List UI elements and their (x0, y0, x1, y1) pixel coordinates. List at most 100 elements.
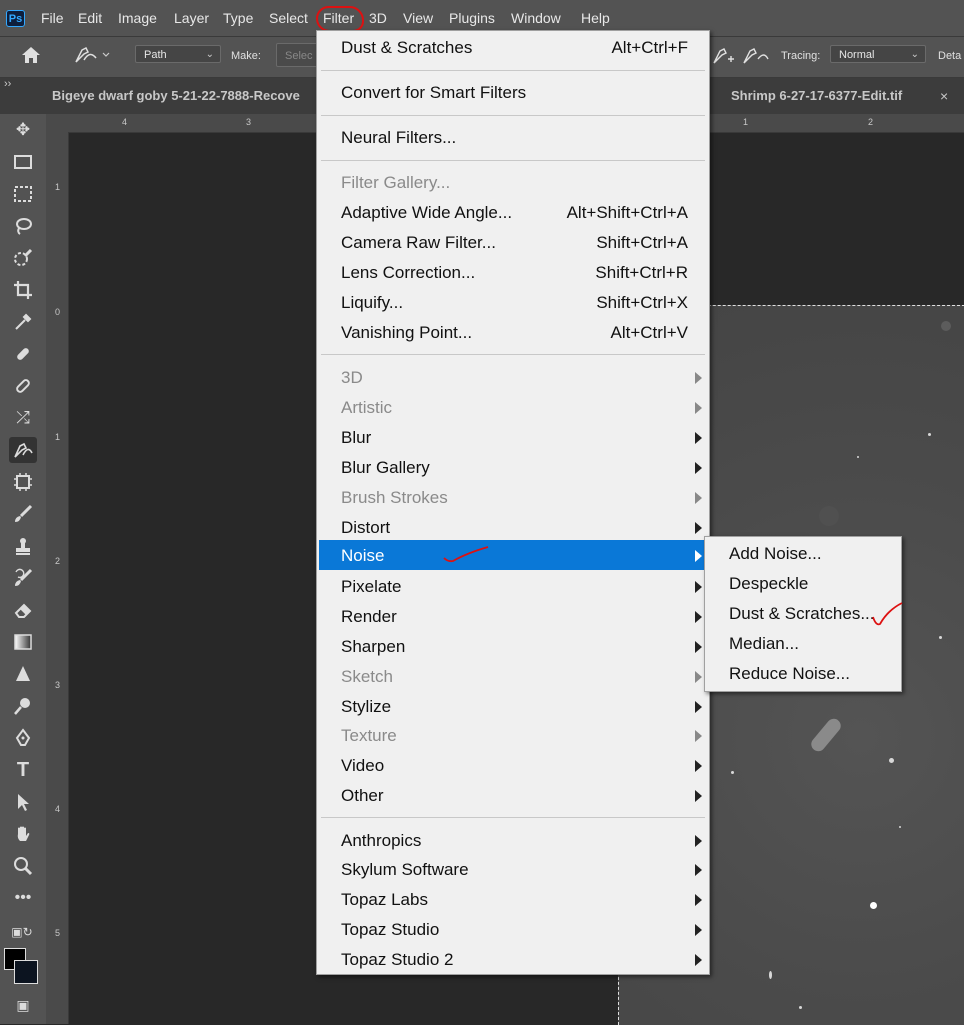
tracing-dropdown[interactable]: Normal ⌄ (830, 45, 926, 63)
close-icon[interactable]: × (940, 78, 948, 114)
quick-selection-tool-icon[interactable] (9, 245, 37, 271)
menu-file[interactable]: File (41, 10, 64, 26)
submenu-item-despeckle[interactable]: Despeckle (707, 570, 899, 600)
ruler-number: 2 (55, 556, 61, 566)
healing-brush-tool-icon[interactable] (9, 341, 37, 367)
menu-item-label: 3D (341, 368, 363, 387)
menu-layer[interactable]: Layer (174, 10, 209, 26)
dust-speck (939, 636, 942, 639)
type-tool-icon[interactable]: T (9, 757, 37, 783)
submenu-arrow-icon (695, 671, 702, 683)
menu-item-topaz-studio-2[interactable]: Topaz Studio 2 (319, 946, 707, 976)
menu-image[interactable]: Image (118, 10, 157, 26)
photoshop-logo[interactable]: Ps (6, 10, 25, 27)
menu-plugins[interactable]: Plugins (449, 10, 495, 26)
background-color-swatch[interactable] (14, 960, 38, 984)
menu-item-neural-filters[interactable]: Neural Filters... (319, 124, 707, 154)
ruler-number: 3 (55, 680, 61, 690)
pen-tool-preset-icon[interactable] (72, 44, 112, 71)
eyedropper-tool-icon[interactable] (9, 309, 37, 335)
menu-item-label: Stylize (341, 697, 392, 716)
menu-item-camera-raw-filter[interactable]: Camera Raw Filter... Shift+Ctrl+A (319, 229, 707, 259)
menu-item-label: Blur Gallery (341, 458, 430, 477)
menu-item-sharpen[interactable]: Sharpen (319, 633, 707, 663)
pen-icon[interactable] (9, 725, 37, 751)
submenu-arrow-icon (695, 924, 702, 936)
eraser-tool-icon[interactable] (9, 597, 37, 623)
submenu-item-median[interactable]: Median... (707, 630, 899, 660)
ruler-number: 0 (55, 307, 61, 317)
submenu-item-add-noise[interactable]: Add Noise... (707, 540, 899, 570)
gradient-tool-icon[interactable] (9, 629, 37, 655)
menu-item-shortcut: Alt+Ctrl+F (611, 38, 688, 57)
menu-item-label: Liquify... (341, 293, 404, 312)
menu-item-blur[interactable]: Blur (319, 424, 707, 454)
dust-speck (870, 902, 877, 909)
menu-item-other[interactable]: Other (319, 782, 707, 812)
submenu-item-dust-scratches[interactable]: Dust & Scratches... (707, 600, 903, 630)
dust-blob (819, 506, 839, 526)
submenu-arrow-icon (695, 641, 702, 653)
menu-item-anthropics[interactable]: Anthropics (319, 827, 707, 857)
swap-colors-icon[interactable]: ▣↻ (2, 919, 42, 945)
menu-item-blur-gallery[interactable]: Blur Gallery (319, 454, 707, 484)
rectangle-tool-icon[interactable] (9, 149, 37, 175)
dust-blob (941, 321, 951, 331)
brush-tool-icon[interactable] (9, 373, 37, 399)
menu-item-dust-scratches-last[interactable]: Dust & Scratches Alt+Ctrl+F (319, 34, 707, 64)
lasso-tool-icon[interactable] (9, 213, 37, 239)
menu-help[interactable]: Help (581, 10, 610, 26)
menu-item-render[interactable]: Render (319, 603, 707, 633)
menu-item-filter-gallery: Filter Gallery... (319, 169, 707, 199)
menu-item-topaz-labs[interactable]: Topaz Labs (319, 886, 707, 916)
menu-item-shortcut: Shift+Ctrl+X (596, 293, 688, 312)
menu-item-skylum-software[interactable]: Skylum Software (319, 856, 707, 886)
menu-view[interactable]: View (403, 10, 433, 26)
menu-item-convert-smart-filters[interactable]: Convert for Smart Filters (319, 79, 707, 109)
menu-edit[interactable]: Edit (78, 10, 102, 26)
submenu-item-label: Add Noise... (729, 544, 822, 563)
crop-tool-icon[interactable] (9, 277, 37, 303)
content-aware-move-icon[interactable]: ⤮ (9, 405, 37, 431)
history-brush-icon[interactable] (9, 565, 37, 591)
frame-tool-icon[interactable] (9, 469, 37, 495)
dodge-tool-icon[interactable] (9, 693, 37, 719)
menu-3d[interactable]: 3D (369, 10, 387, 26)
panel-collapse-toggle[interactable]: ›› (4, 78, 11, 90)
mode-dropdown[interactable]: Path ⌄ (135, 45, 221, 63)
hand-tool-icon[interactable] (9, 821, 37, 847)
menu-item-stylize[interactable]: Stylize (319, 693, 707, 723)
move-tool-icon[interactable]: ✥ (9, 117, 37, 143)
pen-tool-icon[interactable] (9, 437, 37, 463)
menu-item-liquify[interactable]: Liquify... Shift+Ctrl+X (319, 289, 707, 319)
menu-item-vanishing-point[interactable]: Vanishing Point... Alt+Ctrl+V (319, 319, 707, 349)
menu-window[interactable]: Window (511, 10, 561, 26)
marquee-tool-icon[interactable] (9, 181, 37, 207)
quick-mask-icon[interactable]: ▣ (9, 992, 37, 1018)
submenu-arrow-icon (695, 835, 702, 847)
stamp-tool-icon[interactable] (9, 533, 37, 559)
curvature-pen-icon[interactable] (710, 45, 772, 72)
menu-item-lens-correction[interactable]: Lens Correction... Shift+Ctrl+R (319, 259, 707, 289)
menu-item-adaptive-wide-angle[interactable]: Adaptive Wide Angle... Alt+Shift+Ctrl+A (319, 199, 707, 229)
menu-item-topaz-studio[interactable]: Topaz Studio (319, 916, 707, 946)
menu-item-video[interactable]: Video (319, 752, 707, 782)
menu-select[interactable]: Select (269, 10, 308, 26)
submenu-arrow-icon (695, 864, 702, 876)
ruler-number: 1 (55, 182, 61, 192)
tab-bigeye-dwarf-goby[interactable]: Bigeye dwarf goby 5-21-22-7888-Recove (52, 78, 317, 114)
home-icon[interactable] (20, 44, 42, 71)
submenu-item-reduce-noise[interactable]: Reduce Noise... (707, 660, 899, 690)
blur-tool-icon[interactable] (9, 661, 37, 687)
zoom-tool-icon[interactable] (9, 853, 37, 879)
menu-type[interactable]: Type (223, 10, 253, 26)
menu-item-noise[interactable]: Noise (319, 540, 707, 570)
more-tools-icon[interactable]: ••• (9, 885, 37, 911)
tab-shrimp[interactable]: Shrimp 6-27-17-6377-Edit.tif (731, 78, 902, 114)
path-selection-icon[interactable] (9, 789, 37, 815)
selection-button[interactable]: Selec (276, 43, 318, 67)
paint-brush-icon[interactable] (9, 501, 37, 527)
ruler-number: 4 (122, 117, 128, 127)
make-label: Make: (231, 50, 261, 62)
menu-item-pixelate[interactable]: Pixelate (319, 573, 707, 603)
